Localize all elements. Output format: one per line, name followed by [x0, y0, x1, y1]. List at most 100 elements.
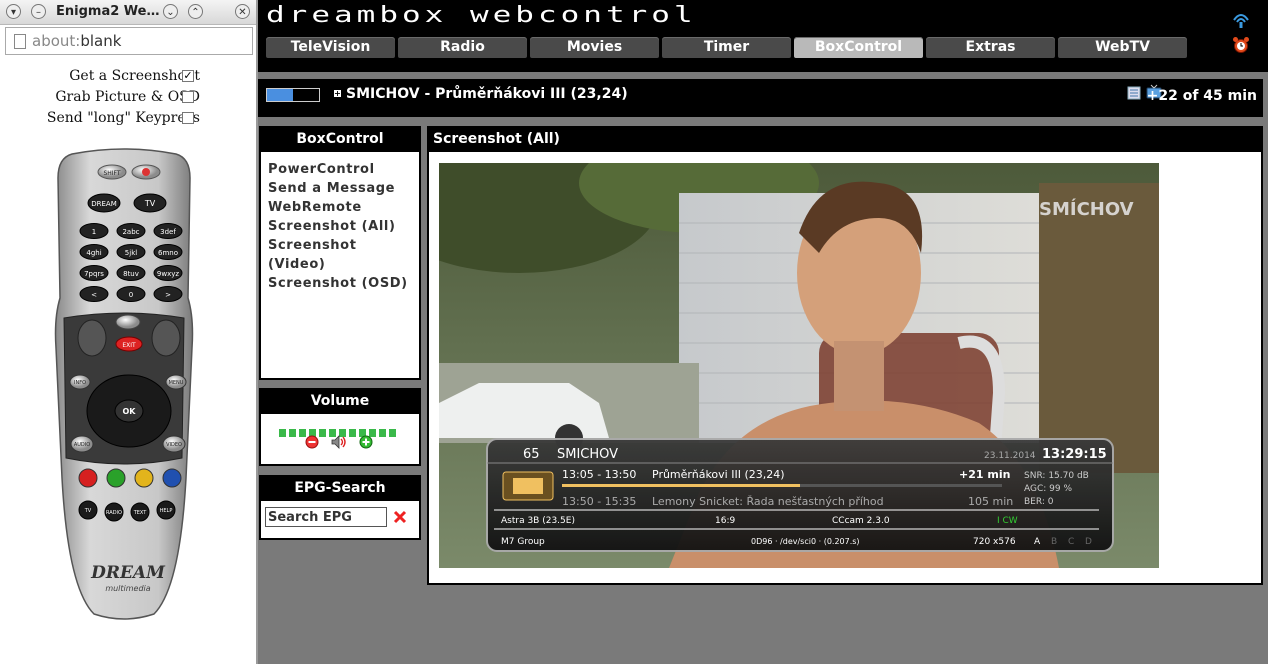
- nav-tab-radio[interactable]: Radio: [398, 37, 527, 58]
- digit-key-label: 4ghi: [86, 249, 101, 257]
- osd-cam: CCcam 2.3.0: [832, 516, 890, 526]
- osd-pid: 0D96 · /dev/sci0 · (0.207.s): [751, 537, 860, 546]
- header: dreambox webcontrol TeleVision Radio Movie…: [258, 0, 1268, 72]
- address-path: blank: [80, 32, 122, 50]
- epg-icon[interactable]: [1127, 86, 1141, 100]
- ok-key: OK: [123, 407, 137, 416]
- volume-step[interactable]: [279, 429, 286, 437]
- volume-step[interactable]: [349, 429, 356, 437]
- osd-channel-num: 65: [523, 447, 540, 462]
- option-get-screenshot: Get a Screenshoot: [0, 68, 200, 84]
- volume-step[interactable]: [289, 429, 296, 437]
- osd-channel-name: SMICHOV: [557, 447, 618, 462]
- volume-down-icon[interactable]: [305, 435, 319, 449]
- option-label: Send "long" Keypress: [46, 110, 200, 126]
- alarm-clock-icon[interactable]: [1232, 36, 1250, 54]
- option-grab-picture: Grab Picture & OSD: [0, 89, 200, 105]
- tv-key: TV: [144, 199, 156, 208]
- osd-provider: M7 Group: [501, 537, 545, 547]
- info-key: INFO: [74, 380, 86, 386]
- digit-key-label: <: [91, 291, 97, 299]
- option-label: Get a Screenshoot: [69, 68, 200, 84]
- page-icon: [14, 34, 26, 49]
- remote-popup-window: ▾ – Enigma2 We… ⌄ ⌃ ✕ about:blank Get a …: [0, 0, 258, 664]
- exit-key: EXIT: [122, 342, 136, 349]
- osd-next-title: Lemony Snicket: Řada nešťastných příhod: [652, 495, 884, 508]
- event-progress-bar: [266, 88, 320, 102]
- mute-speaker-icon[interactable]: [331, 435, 347, 449]
- osd-next-len: 105 min: [968, 495, 1013, 508]
- maximize-icon[interactable]: ⌃: [188, 4, 203, 19]
- screenshot-image: SMÍCHOV 65 SMICHOV 23.11.2014 13:29:15 1…: [439, 163, 1159, 568]
- event-progress-fill: [267, 89, 293, 101]
- nav-tab-television[interactable]: TeleVision: [266, 37, 395, 58]
- close-icon[interactable]: ✕: [235, 4, 250, 19]
- osd-now-title: Průměrňákovi III (23,24): [652, 468, 785, 481]
- osd-next-time: 13:50 - 15:35: [562, 495, 636, 508]
- link-screenshot-osd[interactable]: Screenshot (OSD): [261, 274, 419, 293]
- boxcontrol-heading: BoxControl: [261, 128, 419, 152]
- long-keypress-checkbox[interactable]: [182, 112, 194, 124]
- audio-key: AUDIO: [74, 442, 90, 448]
- popup-titlebar[interactable]: ▾ – Enigma2 We… ⌄ ⌃ ✕: [0, 0, 256, 25]
- osd-now-time: 13:05 - 13:50: [562, 468, 636, 481]
- nav-tab-webtv[interactable]: WebTV: [1058, 37, 1187, 58]
- link-webremote[interactable]: WebRemote: [261, 198, 419, 217]
- dream-key: DREAM: [91, 200, 117, 208]
- osd-snr: SNR: 15.70 dB: [1024, 471, 1089, 481]
- shift-key: SHIFT: [103, 170, 120, 177]
- get-screenshot-checkbox[interactable]: ✓: [182, 70, 194, 82]
- grab-picture-checkbox[interactable]: [182, 91, 194, 103]
- bottom-key-label: RADIO: [106, 510, 122, 516]
- epg-search-input[interactable]: [265, 507, 387, 527]
- link-screenshot-video[interactable]: Screenshot (Video): [261, 236, 419, 274]
- volume-heading: Volume: [261, 390, 419, 414]
- tv-screenshot[interactable]: SMÍCHOV 65 SMICHOV 23.11.2014 13:29:15 1…: [439, 163, 1159, 568]
- nav-tab-timer[interactable]: Timer: [662, 37, 791, 58]
- epg-search-panel: EPG-Search: [259, 475, 421, 540]
- bottom-key-label: TEXT: [133, 510, 148, 516]
- digit-key-label: 8tuv: [123, 270, 139, 278]
- address-bar[interactable]: about:blank: [5, 27, 253, 55]
- osd-date: 23.11.2014: [984, 451, 1036, 461]
- osd-now-remain: +21 min: [959, 468, 1010, 481]
- expand-icon[interactable]: +: [334, 90, 341, 98]
- digit-key-label: 7pqrs: [84, 270, 104, 278]
- digit-key-label: 9wxyz: [157, 270, 179, 278]
- clear-search-icon[interactable]: [393, 510, 407, 524]
- remote-control[interactable]: SHIFT DREAM TV 1 2abc 3def 4ghi 5jkl 6mno 7pqr…: [54, 148, 194, 620]
- channel-watermark: SMÍCHOV: [1039, 198, 1134, 220]
- nav-tab-boxcontrol[interactable]: BoxControl: [794, 37, 923, 58]
- current-event-title[interactable]: SMICHOV - Průměrňákovi III (23,24): [346, 86, 628, 102]
- digit-key-label: 5jkl: [125, 249, 137, 257]
- osd-time: 13:29:15: [1042, 447, 1107, 462]
- volume-step[interactable]: [389, 429, 396, 437]
- nav-tab-extras[interactable]: Extras: [926, 37, 1055, 58]
- signal-icon[interactable]: [1231, 10, 1251, 28]
- osd-cw: I CW: [997, 516, 1018, 526]
- digit-key-label: 2abc: [122, 228, 139, 236]
- boxcontrol-links: PowerControl Send a Message WebRemote Sc…: [261, 152, 419, 293]
- osd-abcd-b: B: [1051, 537, 1057, 547]
- option-label: Grab Picture & OSD: [55, 89, 200, 105]
- epg-search-heading: EPG-Search: [261, 477, 419, 501]
- osd-abcd-d: D: [1085, 537, 1092, 547]
- nav-tab-movies[interactable]: Movies: [530, 37, 659, 58]
- link-send-message[interactable]: Send a Message: [261, 179, 419, 198]
- minimize-icon[interactable]: ⌄: [163, 4, 178, 19]
- digit-key-label: 1: [92, 228, 96, 236]
- dreambox-logo: dreambox webcontrol: [266, 2, 697, 28]
- event-remaining-time: +22 of 45 min: [1146, 88, 1257, 104]
- video-key: VIDEO: [166, 442, 182, 448]
- remote-brand: DREAM: [90, 563, 166, 583]
- link-screenshot-all[interactable]: Screenshot (All): [261, 217, 419, 236]
- osd-sat: Astra 3B (23.5E): [501, 516, 575, 526]
- window-menu2-icon[interactable]: –: [31, 4, 46, 19]
- volume-up-icon[interactable]: [359, 435, 373, 449]
- digit-key-label: 3def: [160, 228, 176, 236]
- popup-title: Enigma2 We…: [56, 4, 160, 19]
- window-menu-icon[interactable]: ▾: [6, 4, 21, 19]
- volume-step[interactable]: [319, 429, 326, 437]
- volume-step[interactable]: [379, 429, 386, 437]
- link-powercontrol[interactable]: PowerControl: [261, 160, 419, 179]
